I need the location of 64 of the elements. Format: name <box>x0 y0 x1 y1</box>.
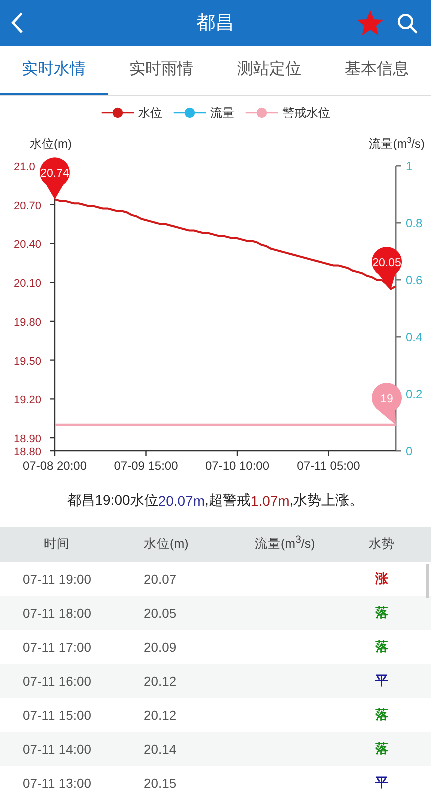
axis-label: 20.10 <box>14 278 42 290</box>
table-cell-text: 落 <box>374 638 390 656</box>
axis-label: 19.80 <box>14 316 42 329</box>
axis-label: 0.4 <box>406 330 423 344</box>
table-cell-text: 20.12 <box>143 708 178 722</box>
table-cell-text: 落 <box>374 604 390 622</box>
table-row[interactable]: 07-11 18:00 20.05 落 <box>0 596 431 630</box>
axis-title: 水位(m) <box>30 137 72 151</box>
column-header: 水位(m) <box>143 536 190 553</box>
table-cell-text: 涨 <box>374 570 390 588</box>
pin-label: 20.74 <box>40 168 70 180</box>
table-cell-text: 07-11 13:00 <box>22 776 92 790</box>
axis-label: 20.70 <box>14 200 42 212</box>
column-header: 时间 <box>43 536 72 553</box>
table-cell-text: 20.14 <box>143 742 178 756</box>
table-cell-text: 20.09 <box>143 640 178 654</box>
pin-marker <box>40 158 70 200</box>
axis-label: 19.20 <box>14 394 42 407</box>
table-cell-text: 07-11 17:00 <box>22 640 92 654</box>
table-cell-text: 落 <box>374 740 390 758</box>
table-row[interactable]: 07-11 14:00 20.14 落 <box>0 732 431 766</box>
axis-label: 07-10 10:00 <box>205 459 270 473</box>
axis-label: 20.40 <box>14 239 42 252</box>
axis-label: 07-11 05:00 <box>297 459 360 473</box>
pin-label: 20.05 <box>372 258 402 270</box>
axis-title: 流量(m$^{3}$/s) <box>369 136 425 151</box>
table-cell-text: 07-11 18:00 <box>22 606 92 620</box>
axis-label: 1 <box>406 160 413 174</box>
table-cell-text: 20.15 <box>143 776 178 790</box>
legend-label: 水位 <box>138 104 162 122</box>
table-cell-text: 07-11 14:00 <box>22 742 92 756</box>
page-title: 都昌 <box>196 12 236 36</box>
axis-label: 0.6 <box>406 274 423 288</box>
search-icon[interactable] <box>396 12 419 34</box>
table-row[interactable]: 07-11 16:00 20.12 平 <box>0 664 431 698</box>
pin-marker <box>372 383 402 426</box>
pin-marker <box>372 247 402 290</box>
axis-label: 0.2 <box>406 388 423 402</box>
table-cell-text: 07-11 19:00 <box>22 572 92 586</box>
axis-label: 21.0 <box>14 162 36 174</box>
axis-label: 18.90 <box>14 434 42 446</box>
axis-label: 07-09 15:00 <box>114 459 178 473</box>
status-sentence: 都昌19:00水位20.07m,超警戒1.07m,水势上涨。 <box>67 491 364 511</box>
table-cell-text: 20.07 <box>143 572 178 586</box>
table-cell-text: 07-11 15:00 <box>22 708 92 722</box>
table-cell-text: 07-11 16:00 <box>22 674 92 688</box>
column-header: 水势 <box>368 536 396 553</box>
legend-label: 流量 <box>210 104 234 122</box>
table-cell-text: 平 <box>374 774 390 792</box>
table-cell-text: 20.05 <box>143 606 178 620</box>
axis-label: 0.8 <box>406 216 423 230</box>
table-cell-text: 20.12 <box>143 674 178 688</box>
legend-label: 警戒水位 <box>282 104 330 122</box>
scrollbar[interactable] <box>426 564 429 598</box>
axis-label: 0 <box>406 444 413 458</box>
axis-label: 07-08 20:00 <box>22 459 88 473</box>
axis-label: 19.50 <box>14 356 42 368</box>
pin-label: 19 <box>380 394 394 406</box>
axis-label: 18.80 <box>14 446 42 458</box>
star-icon[interactable] <box>357 10 384 36</box>
table-cell-text: 平 <box>374 672 390 690</box>
column-header: 流量(m$^{3}$/s) <box>254 535 316 554</box>
table-cell-text: 落 <box>374 706 390 724</box>
back-icon[interactable] <box>10 10 26 36</box>
